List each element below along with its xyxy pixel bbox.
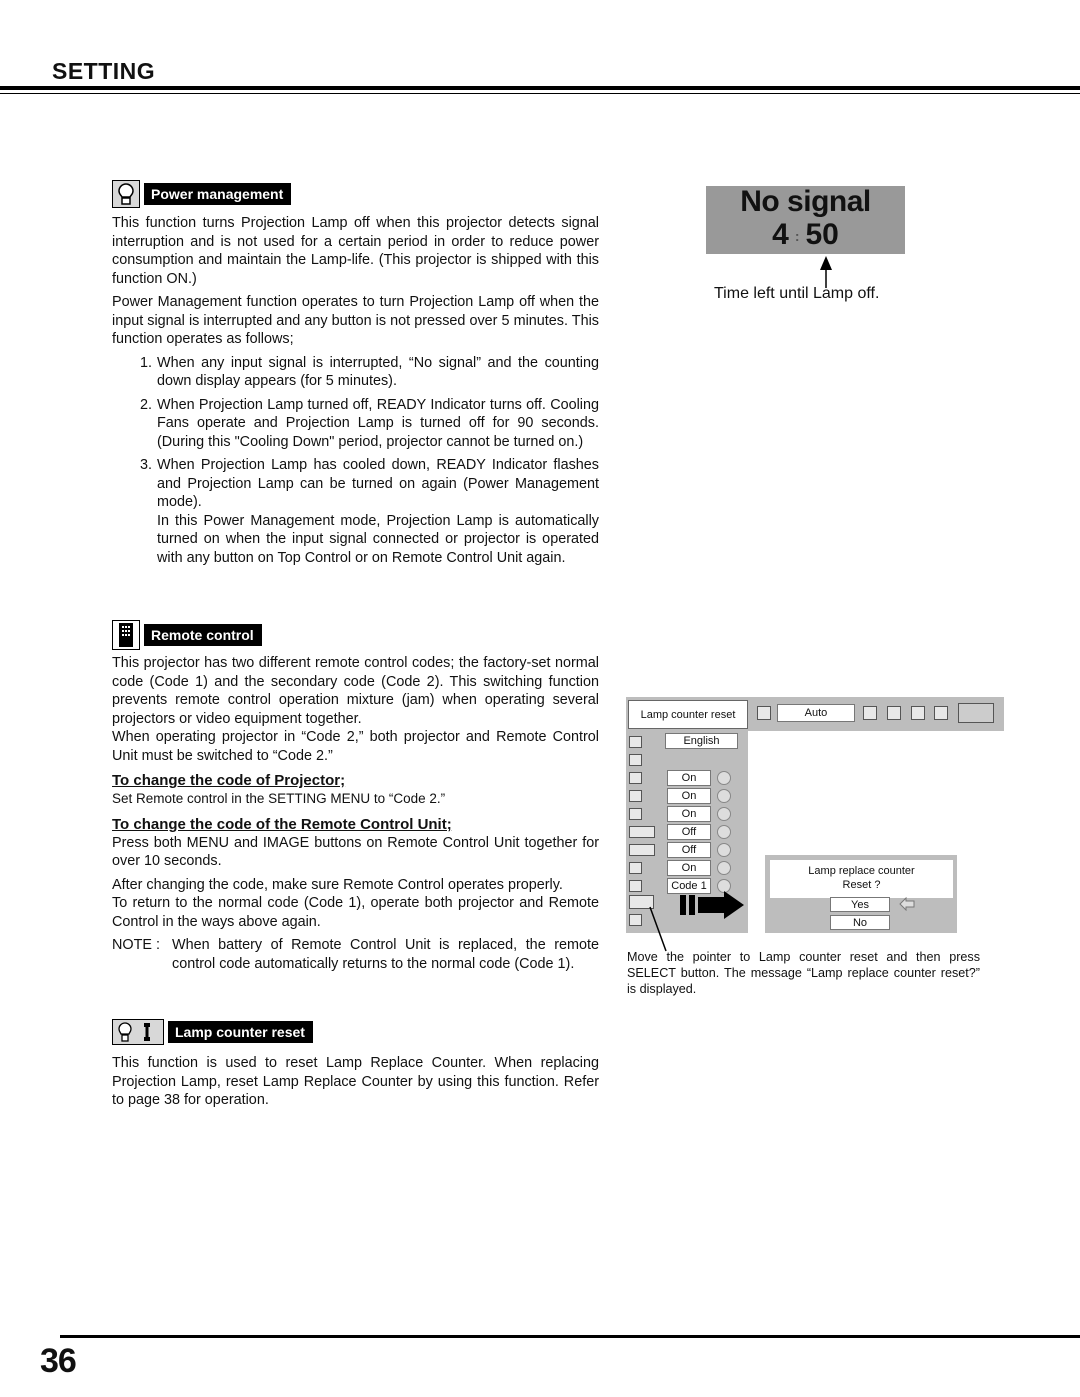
footer-rule (60, 1335, 1080, 1338)
note-label: NOTE : (112, 937, 160, 953)
adjust-arrows-icon (717, 825, 731, 839)
paragraph: When operating projector in “Code 2,” bo… (112, 729, 599, 764)
menu-row-value: On (667, 806, 711, 822)
dialog-line2: Reset ? (842, 879, 881, 891)
no-signal-text: No signal (740, 185, 871, 218)
paragraph: Press both MENU and IMAGE buttons on Rem… (112, 834, 599, 870)
lamp-counter-icon (112, 1019, 164, 1045)
adjust-arrows-icon (717, 843, 731, 857)
paragraph: Power Management function operates to tu… (112, 294, 599, 347)
paragraph: To return to the normal code (Code 1), o… (112, 895, 599, 930)
right-arrow-icon (680, 891, 744, 919)
menu-row-icon (629, 772, 642, 784)
menu-caption: Move the pointer to Lamp counter reset a… (627, 950, 980, 996)
section-label: Lamp counter reset (168, 1021, 313, 1043)
menu-title: Lamp counter reset (628, 700, 748, 729)
countdown-minutes: 4 (772, 218, 789, 251)
note: NOTE : When battery of Remote Control Un… (112, 936, 599, 973)
menu-row-icon (629, 844, 655, 856)
paragraph: After changing the code, make sure Remot… (112, 876, 563, 893)
menu-row-value: On (667, 860, 711, 876)
paragraph: Set Remote control in the SETTING MENU t… (112, 791, 446, 806)
sound-icon (934, 706, 948, 720)
source-field: Auto (777, 704, 855, 722)
list-number: 1. (139, 354, 152, 371)
paragraph: This function is used to reset Lamp Repl… (112, 1055, 599, 1108)
section-label: Remote control (144, 624, 262, 646)
select-pointer-icon (899, 897, 915, 911)
language-field: English (665, 733, 738, 749)
countdown-timer: 4:50 (706, 218, 905, 253)
yes-button: Yes (830, 897, 890, 912)
steps-list: 1. When any input signal is interrupted,… (112, 354, 599, 568)
menu-row-icon (629, 862, 642, 874)
menu-row-value: Off (667, 842, 711, 858)
list-text-main: When Projection Lamp has cooled down, RE… (157, 457, 599, 510)
subheading-projector-code: To change the code of Projector; (112, 772, 346, 789)
adjust-arrows-icon (717, 771, 731, 785)
subheading-remote-code: To change the code of the Remote Control… (112, 815, 452, 833)
pc-adjust-icon (911, 706, 925, 720)
no-button: No (830, 915, 890, 930)
lamp-counter-reset-heading: Lamp counter reset (112, 1019, 313, 1045)
list-item: 2. When Projection Lamp turned off, READ… (112, 396, 599, 452)
list-text: When any input signal is interrupted, “N… (157, 354, 599, 390)
list-number: 2. (139, 396, 152, 413)
countdown-seconds: 50 (805, 218, 839, 251)
dialog-message: Lamp replace counter Reset ? (770, 860, 953, 898)
list-item: 3. When Projection Lamp has cooled down,… (112, 456, 599, 567)
remote-control-body: This projector has two different remote … (112, 654, 599, 973)
menu-row-icon (629, 808, 642, 820)
page-number: 36 (40, 1342, 77, 1380)
list-text: When Projection Lamp turned off, READY I… (157, 396, 599, 450)
adjust-arrows-icon (717, 789, 731, 803)
menu-row-icon (629, 914, 642, 926)
pointer-arrow-icon (820, 256, 832, 288)
language-icon (629, 736, 642, 748)
paragraph: This function turns Projection Lamp off … (112, 215, 599, 287)
dialog-line1: Lamp replace counter (808, 865, 915, 877)
adjust-arrows-icon (717, 861, 731, 875)
list-number: 3. (139, 457, 152, 473)
note-text: When battery of Remote Control Unit is r… (172, 937, 599, 972)
image-icon (887, 706, 901, 720)
screen-icon (863, 706, 877, 720)
lamp-counter-reset-body: This function is used to reset Lamp Repl… (112, 1054, 599, 1110)
menu-row-icon (629, 790, 642, 802)
menu-row-value: On (667, 788, 711, 804)
page-title: SETTING (52, 58, 156, 84)
menu-row-value: On (667, 770, 711, 786)
menu-row-icon (629, 754, 642, 766)
section-label: Power management (144, 183, 292, 205)
no-signal-display: No signal 4:50 (706, 186, 905, 254)
pointer-line (649, 906, 667, 952)
paragraph: This projector has two different remote … (112, 655, 599, 727)
list-item: 1. When any input signal is interrupted,… (112, 354, 599, 391)
menu-row-value: Off (667, 824, 711, 840)
list-text: When Projection Lamp has cooled down, RE… (157, 456, 599, 567)
remote-control-heading: Remote control (112, 620, 262, 650)
adjust-arrows-icon (717, 807, 731, 821)
setting-icon (958, 703, 994, 723)
header-rule-thin (0, 93, 1080, 94)
power-management-body: This function turns Projection Lamp off … (112, 214, 599, 567)
list-text-extra: In this Power Management mode, Projectio… (157, 512, 599, 566)
lamp-icon (112, 180, 140, 208)
input-icon (757, 706, 771, 720)
menu-row-icon (629, 826, 655, 838)
remote-row-icon (629, 880, 642, 892)
remote-icon (112, 620, 140, 650)
power-management-heading: Power management (112, 180, 292, 208)
countdown-colon: : (794, 228, 800, 245)
osd-caption: Time left until Lamp off. (714, 285, 880, 302)
header-rule (0, 86, 1080, 90)
